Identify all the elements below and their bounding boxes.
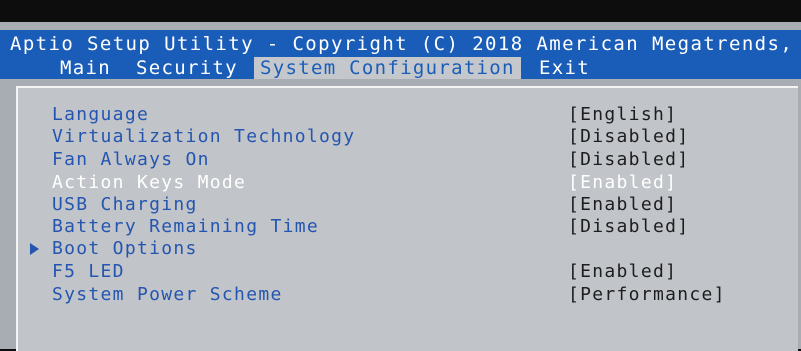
setting-usb-charging[interactable]: USB Charging [Enabled] [18,194,798,216]
setting-label: Boot Options [52,238,198,259]
setting-value[interactable]: [Disabled] [568,216,689,238]
setting-system-power-scheme[interactable]: System Power Scheme [Performance] [18,284,798,306]
setting-value[interactable]: [English] [568,104,677,126]
setting-label: Virtualization Technology [52,126,356,147]
setting-label: Battery Remaining Time [52,216,320,237]
setting-label: System Power Scheme [52,284,283,305]
setting-value[interactable]: [Enabled] [568,261,677,283]
setting-virtualization-technology[interactable]: Virtualization Technology [Disabled] [18,126,798,148]
setting-label: Action Keys Mode [52,172,247,193]
setting-label: Fan Always On [52,149,210,170]
setting-fan-always-on[interactable]: Fan Always On [Disabled] [18,149,798,171]
setting-value[interactable]: [Enabled] [568,172,677,194]
setting-label: USB Charging [52,194,198,215]
tab-security[interactable]: Security [130,57,244,79]
setting-value[interactable]: [Enabled] [568,194,677,216]
setting-battery-remaining-time[interactable]: Battery Remaining Time [Disabled] [18,216,798,238]
setting-value[interactable]: [Disabled] [568,149,689,171]
setting-action-keys-mode[interactable]: Action Keys Mode [Enabled] [18,172,798,194]
setting-label: F5 LED [52,261,125,282]
tab-main[interactable]: Main [54,57,117,79]
tab-system-configuration[interactable]: System Configuration [254,57,521,79]
setting-value[interactable]: [Disabled] [568,126,689,148]
setting-label: Language [52,104,150,125]
setting-language[interactable]: Language [English] [18,104,798,126]
settings-panel: Language [English] Virtualization Techno… [16,86,798,351]
app-title: Aptio Setup Utility - Copyright (C) 2018… [10,33,794,55]
setting-f5-led[interactable]: F5 LED [Enabled] [18,261,798,283]
setting-value[interactable]: [Performance] [568,284,726,306]
submenu-boot-options[interactable]: Boot Options [18,238,798,260]
tab-exit[interactable]: Exit [533,57,596,79]
triangle-right-icon [30,243,39,255]
